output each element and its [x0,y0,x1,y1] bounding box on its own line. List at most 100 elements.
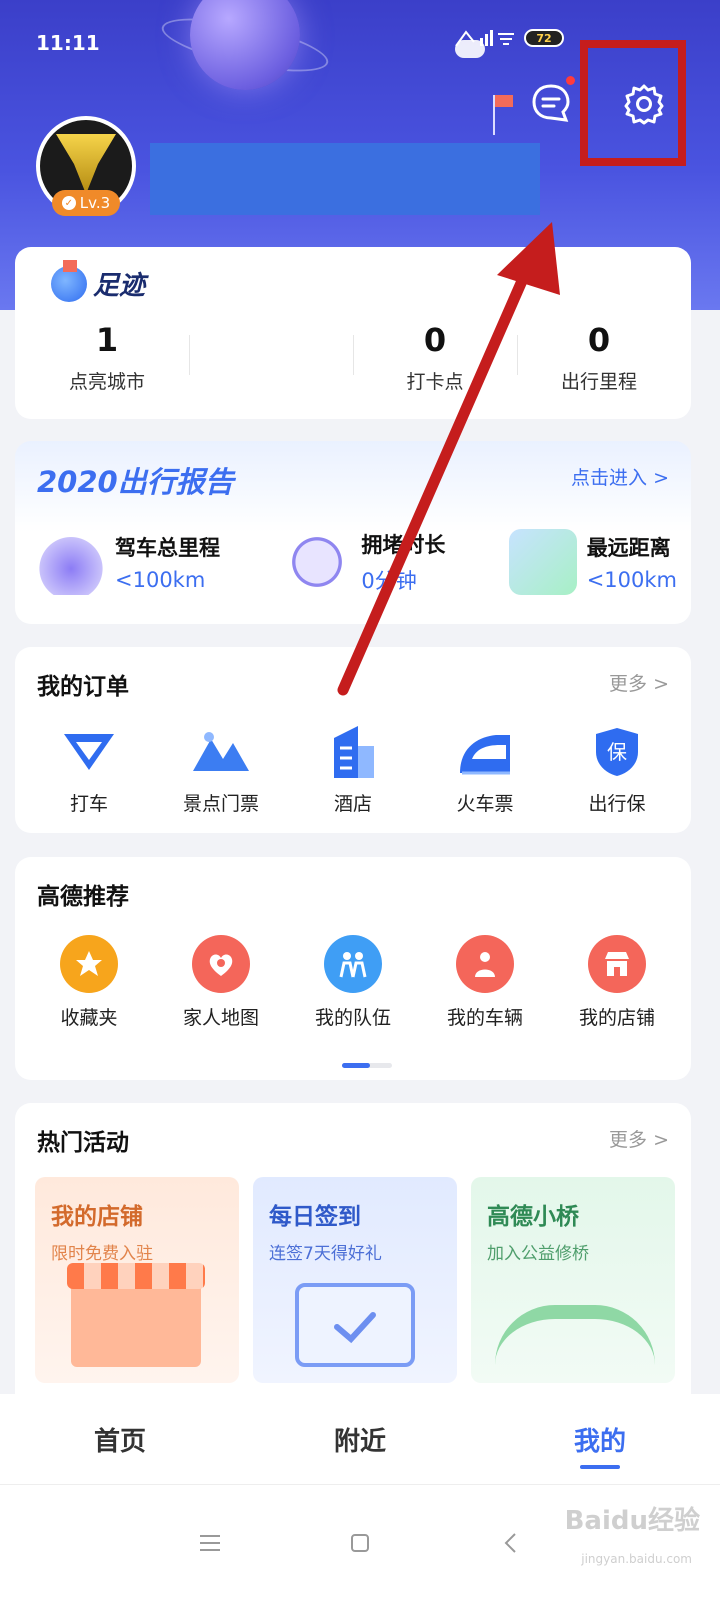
settings-highlight-box [580,40,686,166]
order-item-hotel[interactable]: 酒店 [293,725,413,816]
hotel-icon [324,725,382,779]
footprint-logo-icon [51,259,87,302]
orders-icon-row: 打车 景点门票 酒店 火车票 保 出行保 [15,725,691,816]
recommend-item-label: 收藏夹 [60,1007,118,1029]
stat-value: 0 [587,321,611,359]
status-bar: 11:11 72 [36,28,564,58]
family-icon [192,935,250,993]
taxi-icon [60,725,118,779]
recommend-card: 高德推荐 收藏夹 家人地图 我的队伍 我的车辆 我的店铺 [15,857,691,1080]
tab-mine-label: 我的 [573,1426,626,1457]
home-square-icon[interactable] [345,1528,375,1558]
shield-icon: 保 [588,725,646,779]
report-enter-link[interactable]: 点击进入 > [571,463,669,490]
hot-card-title: 我的店铺 [51,1204,143,1230]
back-chevron-icon[interactable] [495,1528,525,1558]
order-item-train[interactable]: 火车票 [425,725,545,816]
hot-cards: 我的店铺 限时免费入驻 每日签到 连签7天得好礼 高德小桥 加入公益修桥 [35,1177,675,1383]
svg-text:保: 保 [607,740,627,764]
status-time: 11:11 [36,31,100,55]
hot-activities-card: 热门活动 更多 > 我的店铺 限时免费入驻 每日签到 连签7天得好礼 高德小桥 … [15,1103,691,1423]
report-item-driving[interactable]: 驾车总里程 <100km [37,529,220,595]
map-pin-icon [508,529,577,595]
footprint-title-text: 足迹 [93,271,146,301]
signal-icon [454,28,518,48]
hot-card-title: 每日签到 [269,1204,361,1230]
hot-title: 热门活动 [37,1130,129,1156]
order-item-label: 火车票 [456,793,514,815]
star-icon [60,935,118,993]
stat-divider [517,335,518,375]
report-item-congestion[interactable]: 拥堵时长 0分钟 [283,529,445,595]
check-icon: ✓ [61,196,76,210]
order-item-tickets[interactable]: 景点门票 [161,725,281,816]
recommend-item-shop[interactable]: 我的店铺 [557,935,677,1030]
order-item-label: 景点门票 [182,793,259,815]
hot-card-title: 高德小桥 [487,1204,579,1230]
stat-value: 0 [423,321,447,359]
car-owner-icon [456,935,514,993]
report-item-distance[interactable]: 最远距离 <100km [508,529,677,595]
level-label: Lv.3 [79,194,111,212]
baidu-watermark: Baidu经验 [564,1506,700,1536]
flag-decoration [495,95,513,107]
stat-cities[interactable]: 1 点亮城市 [25,321,189,394]
recommend-item-team[interactable]: 我的队伍 [293,935,413,1030]
message-icon[interactable] [530,82,572,124]
hot-more-link[interactable]: 更多 > [609,1125,669,1152]
stat-mileage[interactable]: 0 出行里程 [517,321,681,394]
report-item-value: <100km [115,568,206,592]
menu-icon[interactable] [195,1528,225,1558]
username-redacted-block[interactable] [150,143,540,215]
hot-card-subtitle: 加入公益修桥 [487,1244,589,1264]
report-title: 2020出行报告 [37,465,234,499]
tab-nearby[interactable]: 附近 [260,1421,460,1458]
train-icon [456,725,514,779]
order-item-label: 打车 [69,793,108,815]
report-items: 驾车总里程 <100km 拥堵时长 0分钟 最远距离 <100km [37,529,677,595]
report-item-title: 拥堵时长 [361,533,446,557]
globe-icon [37,529,105,595]
report-item-value: 0分钟 [361,569,417,593]
footprint-card[interactable]: 足迹 1 点亮城市 0 打卡点 0 出行里程 [15,247,691,419]
order-item-label: 出行保 [588,793,646,815]
stat-label: 打卡点 [406,371,464,393]
team-icon [324,935,382,993]
recommend-pager [342,1063,392,1068]
status-icons: 72 [454,28,564,48]
tab-home[interactable]: 首页 [20,1421,220,1458]
recommend-item-vehicle[interactable]: 我的车辆 [425,935,545,1030]
order-item-taxi[interactable]: 打车 [29,725,149,816]
order-item-insurance[interactable]: 保 出行保 [557,725,677,816]
pager-active-dot [342,1063,370,1068]
avatar-emblem [56,134,116,194]
bridge-icon [495,1305,655,1365]
stat-divider [353,335,354,375]
stat-label: 出行里程 [560,371,637,393]
stat-checkins[interactable]: 0 打卡点 [353,321,517,394]
level-badge: ✓ Lv.3 [52,190,120,216]
report-item-title: 最远距离 [586,536,671,560]
my-orders-card: 我的订单 更多 > 打车 景点门票 酒店 火车票 保 出行保 [15,647,691,833]
recommend-item-label: 我的车辆 [446,1007,523,1029]
tab-mine[interactable]: 我的 [500,1421,700,1469]
report-item-title: 驾车总里程 [115,536,220,560]
travel-report-card[interactable]: 2020出行报告 点击进入 > 驾车总里程 <100km 拥堵时长 0分钟 最远… [15,441,691,624]
orders-title: 我的订单 [37,674,129,700]
recommend-item-label: 我的店铺 [578,1007,655,1029]
recommend-icon-row: 收藏夹 家人地图 我的队伍 我的车辆 我的店铺 [15,935,691,1030]
recommend-item-label: 家人地图 [182,1007,259,1029]
shop-icon [588,935,646,993]
tab-active-underline [580,1464,620,1469]
recommend-item-favorites[interactable]: 收藏夹 [29,935,149,1030]
orders-more-link[interactable]: 更多 > [609,669,669,696]
hot-card-subtitle: 限时免费入驻 [51,1244,153,1264]
hot-card-bridge[interactable]: 高德小桥 加入公益修桥 [471,1177,675,1383]
stat-label: 点亮城市 [68,371,145,393]
hot-card-shop[interactable]: 我的店铺 限时免费入驻 [35,1177,239,1383]
recommend-item-family-map[interactable]: 家人地图 [161,935,281,1030]
hot-card-checkin[interactable]: 每日签到 连签7天得好礼 [253,1177,457,1383]
recommend-item-label: 我的队伍 [314,1007,391,1029]
hot-card-subtitle: 连签7天得好礼 [269,1244,382,1264]
baidu-watermark-url: jingyan.baidu.com [581,1552,692,1566]
